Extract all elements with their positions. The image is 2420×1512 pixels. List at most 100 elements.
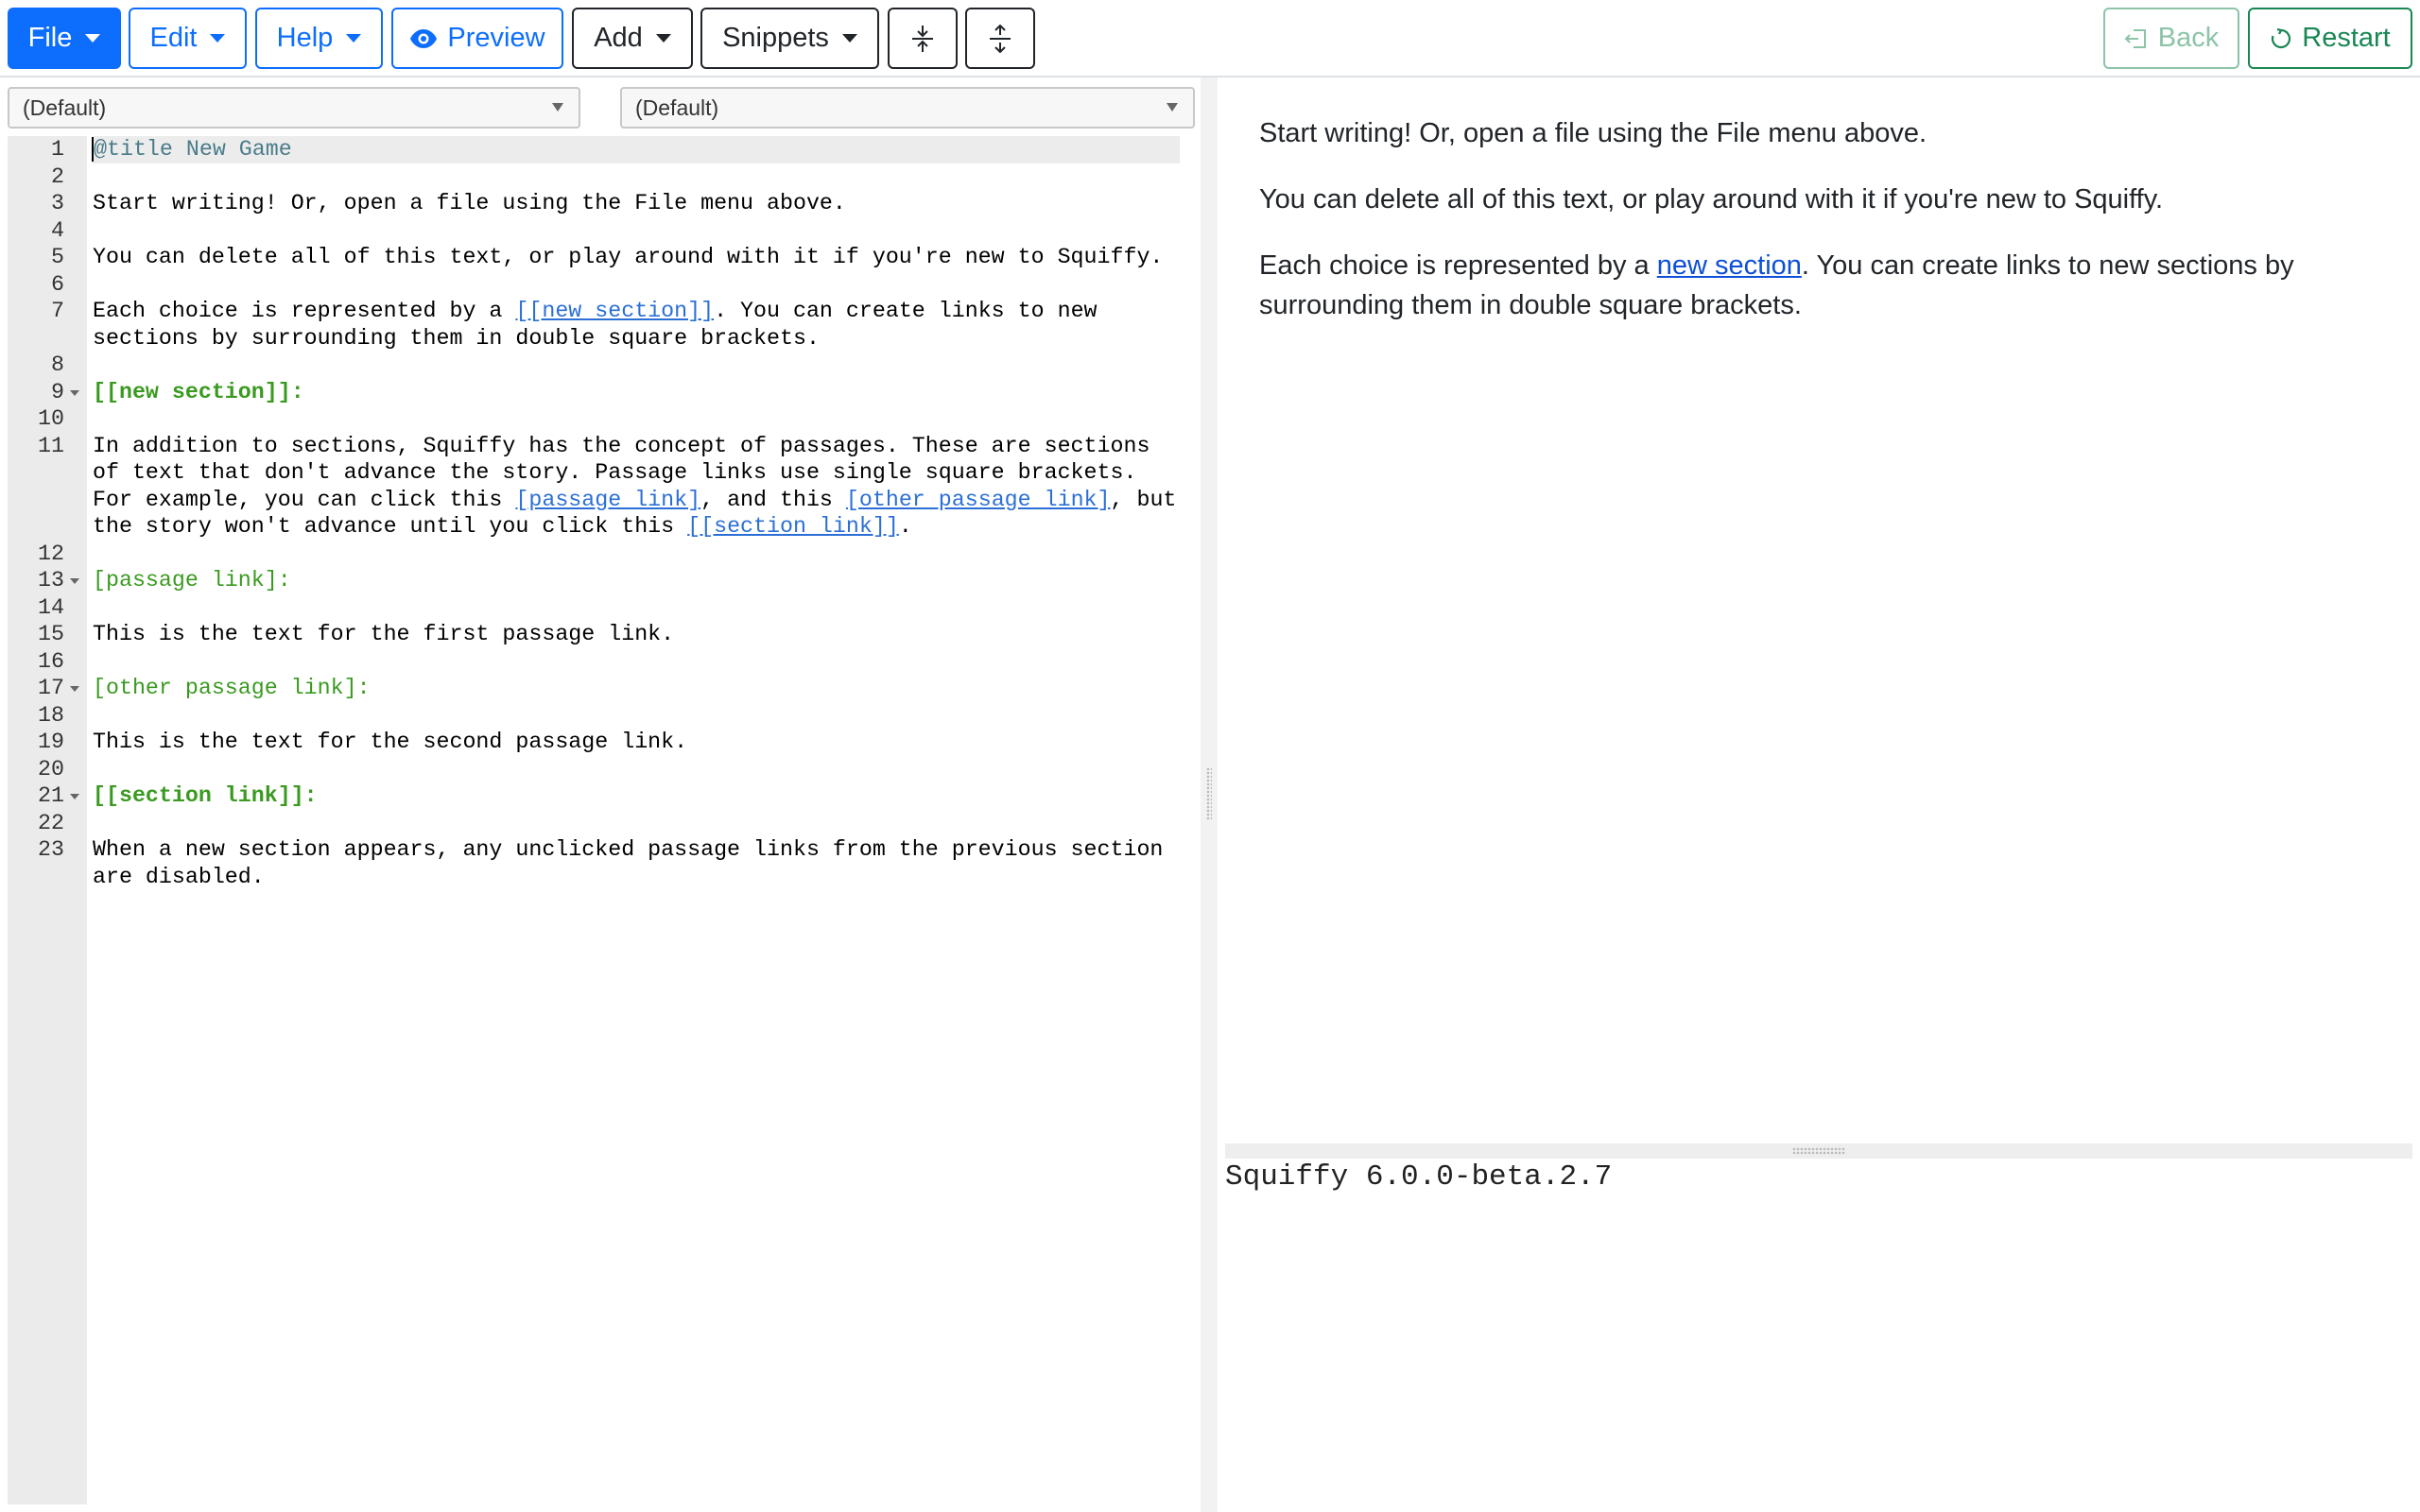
code-text[interactable]: You can delete all of this text, or play… bbox=[93, 244, 1180, 271]
fold-arrow-icon[interactable] bbox=[70, 686, 79, 692]
code-line[interactable]: 21 [[section link]]: bbox=[8, 782, 1195, 810]
new-section-link[interactable]: new section bbox=[1657, 250, 1802, 281]
code-link: [[section link]] bbox=[687, 514, 899, 539]
code-line[interactable]: 15 This is the text for the first passage… bbox=[8, 621, 1195, 648]
splitter-grip-icon bbox=[1206, 767, 1212, 820]
code-line[interactable]: 11 In addition to sections, Squiffy has t… bbox=[8, 433, 1195, 541]
code-editor[interactable]: 1@title New Game2​3 Start writing! Or, op… bbox=[8, 136, 1195, 1504]
code-section: [[section link]]: bbox=[93, 783, 318, 808]
passage-select[interactable]: (Default) bbox=[620, 87, 1195, 129]
code-link: [other passage link] bbox=[845, 487, 1111, 512]
code-text[interactable]: ​ bbox=[93, 163, 1180, 191]
code-line[interactable]: 22 ​ bbox=[8, 810, 1195, 837]
code-text[interactable]: @title New Game bbox=[92, 136, 1180, 163]
edit-menu-button[interactable]: Edit bbox=[129, 8, 247, 69]
code-text[interactable]: This is the text for the second passage … bbox=[93, 729, 1180, 756]
snippets-menu-button[interactable]: Snippets bbox=[700, 8, 879, 69]
collapse-button[interactable] bbox=[888, 8, 958, 69]
code-span: , and this bbox=[700, 487, 846, 512]
preview-button[interactable]: Preview bbox=[391, 8, 563, 69]
line-number: 12 bbox=[38, 541, 64, 566]
fold-arrow-icon[interactable] bbox=[70, 389, 79, 396]
code-line[interactable]: 20 ​ bbox=[8, 756, 1195, 783]
code-text[interactable]: [passage link]: bbox=[93, 567, 1180, 594]
preview-label: Preview bbox=[447, 23, 545, 53]
code-line[interactable]: 2​ bbox=[8, 163, 1195, 191]
expand-button[interactable] bbox=[965, 8, 1035, 69]
code-text[interactable]: ​ bbox=[93, 594, 1180, 622]
code-line[interactable]: 8​ bbox=[8, 352, 1195, 379]
code-text[interactable]: [[new section]]: bbox=[93, 379, 1180, 406]
preview-paragraph: Each choice is represented by a new sect… bbox=[1259, 246, 2375, 325]
code-line[interactable]: 19 This is the text for the second passag… bbox=[8, 729, 1195, 756]
code-text[interactable]: ​ bbox=[93, 352, 1180, 379]
code-text[interactable]: ​ bbox=[93, 702, 1180, 730]
fold-arrow-icon[interactable] bbox=[70, 578, 79, 584]
code-line[interactable]: 7 Each choice is represented by a [[new s… bbox=[8, 298, 1195, 352]
caret-down-icon bbox=[346, 34, 362, 43]
code-line[interactable]: 17 [other passage link]: bbox=[8, 675, 1195, 702]
code-text[interactable]: When a new section appears, any unclicke… bbox=[93, 836, 1180, 890]
code-lines[interactable]: 1@title New Game2​3 Start writing! Or, op… bbox=[8, 136, 1195, 890]
line-number: 13 bbox=[38, 568, 64, 593]
code-text[interactable]: [other passage link]: bbox=[93, 675, 1180, 702]
back-button[interactable]: Back bbox=[2103, 8, 2239, 69]
code-text[interactable]: ​ bbox=[93, 541, 1180, 568]
code-text[interactable]: Start writing! Or, open a file using the… bbox=[93, 190, 1180, 217]
restart-button[interactable]: Restart bbox=[2248, 8, 2412, 69]
passage-select-value: (Default) bbox=[635, 94, 719, 120]
code-text[interactable]: This is the text for the first passage l… bbox=[93, 621, 1180, 648]
code-line[interactable]: 4​ bbox=[8, 217, 1195, 245]
code-text[interactable]: ​ bbox=[93, 217, 1180, 245]
code-line[interactable]: 13 [passage link]: bbox=[8, 567, 1195, 594]
caret-down-icon bbox=[210, 34, 226, 43]
section-select-value: (Default) bbox=[23, 94, 107, 120]
code-line[interactable]: 16 ​ bbox=[8, 648, 1195, 676]
exit-icon bbox=[2124, 27, 2149, 50]
help-menu-button[interactable]: Help bbox=[255, 8, 383, 69]
version-label: Squiffy 6.0.0-beta.2.7 bbox=[1225, 1160, 1613, 1194]
code-line[interactable]: 23 When a new section appears, any unclic… bbox=[8, 836, 1195, 890]
line-number: 15 bbox=[38, 622, 64, 646]
code-text[interactable]: ​ bbox=[93, 405, 1180, 433]
collapse-icon bbox=[911, 25, 934, 53]
code-text[interactable]: ​ bbox=[93, 271, 1180, 299]
line-number: 3 bbox=[51, 191, 64, 215]
code-line[interactable]: 3 Start writing! Or, open a file using th… bbox=[8, 190, 1195, 217]
toolbar: File Edit Help Preview Add Snippets Back… bbox=[0, 0, 2420, 77]
code-line[interactable]: 18 ​ bbox=[8, 702, 1195, 730]
dropdown-arrow-icon bbox=[552, 103, 563, 112]
code-line[interactable]: 5 You can delete all of this text, or pla… bbox=[8, 244, 1195, 271]
code-text[interactable]: ​ bbox=[93, 756, 1180, 783]
line-number: 20 bbox=[38, 756, 64, 782]
section-select[interactable]: (Default) bbox=[8, 87, 580, 129]
code-line[interactable]: 12 ​ bbox=[8, 541, 1195, 568]
code-line[interactable]: 1 @title New Game bbox=[8, 136, 1195, 163]
code-line[interactable]: 9 [[new section]]: bbox=[8, 379, 1195, 406]
code-text[interactable]: ​ bbox=[93, 810, 1180, 837]
line-number: 9 bbox=[51, 379, 64, 404]
preview-paragraph: You can delete all of this text, or play… bbox=[1259, 184, 2164, 215]
code-section: [[new section]]: bbox=[93, 379, 304, 404]
file-menu-button[interactable]: File bbox=[8, 8, 121, 69]
code-span: . bbox=[898, 514, 912, 539]
caret-down-icon bbox=[841, 34, 857, 43]
code-line[interactable]: 10 ​ bbox=[8, 405, 1195, 433]
vertical-splitter[interactable] bbox=[1201, 77, 1218, 1512]
code-text[interactable]: ​ bbox=[93, 648, 1180, 676]
story-preview: Start writing! Or, open a file using the… bbox=[1259, 113, 2375, 352]
code-span: This is the text for the first passage l… bbox=[93, 622, 675, 646]
code-span: This is the text for the second passage … bbox=[93, 730, 688, 754]
line-number: 11 bbox=[38, 433, 64, 458]
add-menu-button[interactable]: Add bbox=[572, 8, 693, 69]
add-menu-label: Add bbox=[594, 23, 643, 53]
line-number: 21 bbox=[38, 783, 64, 808]
horizontal-splitter[interactable] bbox=[1225, 1143, 2412, 1159]
code-line[interactable]: 6​ bbox=[8, 271, 1195, 299]
code-text[interactable]: In addition to sections, Squiffy has the… bbox=[93, 433, 1180, 541]
code-text[interactable]: Each choice is represented by a [[new se… bbox=[93, 298, 1180, 352]
code-text[interactable]: [[section link]]: bbox=[93, 782, 1180, 810]
code-line[interactable]: 14 ​ bbox=[8, 594, 1195, 622]
back-label: Back bbox=[2157, 23, 2220, 53]
fold-arrow-icon[interactable] bbox=[70, 794, 79, 799]
